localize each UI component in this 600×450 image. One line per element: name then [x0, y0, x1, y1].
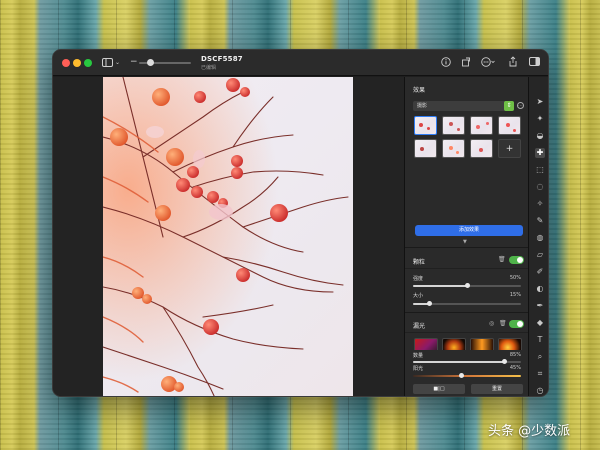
- history-icon[interactable]: ◷: [535, 386, 545, 396]
- light-leak-amount-fill: [413, 361, 505, 363]
- info-icon[interactable]: [441, 57, 451, 70]
- inspector-panel: 效果 摄影 ⇕ ⋯ + 添加效果 ▼ 颗粒 🗑 强度 50% 大小 15% 漏光…: [404, 77, 529, 396]
- lasso-icon[interactable]: ◌: [535, 182, 545, 192]
- watermark: 头条 @少数派: [488, 424, 571, 439]
- effect-thumb-1[interactable]: [414, 116, 437, 135]
- bucket-icon[interactable]: ◍: [535, 233, 545, 243]
- document-title: DSCF5587: [201, 55, 243, 63]
- ellipsis-icon[interactable]: [481, 57, 495, 70]
- zoom-slider-knob[interactable]: [147, 59, 154, 66]
- close-button[interactable]: [62, 59, 70, 67]
- effects-tool-icon[interactable]: ✚: [535, 148, 545, 158]
- sidebar-icon[interactable]: [102, 58, 113, 70]
- add-preset-button[interactable]: +: [498, 139, 521, 158]
- divider: [405, 332, 529, 333]
- titlebar: ⌄ − DSCF5587 已编辑: [53, 50, 548, 76]
- trash-icon[interactable]: 🗑: [498, 256, 506, 264]
- preset-dropdown-label: 摄影: [417, 103, 428, 109]
- effect-thumb-2[interactable]: [442, 116, 465, 135]
- light-leak-amount-knob[interactable]: [502, 359, 508, 364]
- pen-icon[interactable]: ✒: [535, 301, 545, 311]
- pencil-icon[interactable]: ✐: [535, 267, 545, 277]
- repair-icon[interactable]: ◒: [535, 131, 545, 141]
- light-leak-amount-label: 数量: [413, 353, 424, 359]
- grain-intensity-value: 50%: [509, 275, 521, 281]
- effect-thumb-6[interactable]: [442, 139, 465, 158]
- light-leak-toggle[interactable]: [509, 320, 524, 328]
- grain-toggle[interactable]: [509, 256, 524, 264]
- grain-intensity-fill: [413, 285, 467, 287]
- light-leak-sunlight-track[interactable]: [413, 375, 521, 377]
- effects-title: 效果: [413, 87, 426, 94]
- reset-button[interactable]: 重置: [471, 384, 523, 394]
- rotate-icon[interactable]: [461, 57, 471, 70]
- crop-icon[interactable]: ⌗: [535, 369, 545, 379]
- photo-canvas[interactable]: [103, 77, 353, 396]
- grain-intensity-label: 强度: [413, 276, 424, 282]
- effect-thumb-3[interactable]: [470, 116, 493, 135]
- share-icon[interactable]: [508, 56, 518, 70]
- light-leak-sunlight-value: 45%: [509, 365, 521, 371]
- text-icon[interactable]: T: [535, 335, 545, 345]
- add-effect-button[interactable]: 添加效果: [415, 225, 523, 236]
- updown-chevron-icon: ⇕: [504, 101, 514, 111]
- effect-thumb-5[interactable]: [414, 139, 437, 158]
- canvas-area: [53, 77, 404, 396]
- selection-rect-icon[interactable]: ⬚: [535, 165, 545, 175]
- grain-intensity-knob[interactable]: [464, 283, 470, 288]
- document-subtitle: 已编辑: [201, 65, 217, 71]
- divider: [405, 268, 529, 269]
- divider: [405, 312, 529, 313]
- compare-button[interactable]: ■|□: [413, 384, 465, 394]
- effect-thumb-4[interactable]: [498, 116, 521, 135]
- options-icon[interactable]: ◎: [489, 320, 494, 328]
- effect-thumb-7[interactable]: [470, 139, 493, 158]
- more-options-icon[interactable]: ⋯: [517, 102, 524, 109]
- grain-size-label: 大小: [413, 293, 424, 299]
- divider: [405, 247, 529, 248]
- inspector-lower-area: 数量 85% 阳光 45% ■|□ 重置: [404, 350, 528, 396]
- brush-icon[interactable]: ✎: [535, 216, 545, 226]
- preset-dropdown[interactable]: 摄影 ⇕: [413, 101, 514, 111]
- panel-icon[interactable]: [529, 57, 540, 69]
- magic-wand-icon[interactable]: ✧: [535, 199, 545, 209]
- chevron-down-icon[interactable]: ⌄: [115, 58, 120, 68]
- grain-size-knob[interactable]: [426, 301, 432, 306]
- grain-title: 颗粒: [413, 259, 426, 266]
- minimize-button[interactable]: [73, 59, 81, 67]
- persimmon-branches-image: [103, 77, 353, 396]
- light-leak-sunlight-knob[interactable]: [459, 373, 465, 378]
- light-leak-amount-value: 85%: [509, 352, 521, 358]
- arrow-pointer-icon[interactable]: ➤: [535, 97, 545, 107]
- gradient-icon[interactable]: ◐: [535, 284, 545, 294]
- eraser-icon[interactable]: ▱: [535, 250, 545, 260]
- app-window: ⌄ − DSCF5587 已编辑 效果 摄影 ⇕ ⋯ + 添加效果 ▼ 颗粒 🗑…: [52, 49, 549, 397]
- tool-strip: ➤ ✦ ◒ ✚ ⬚ ◌ ✧ ✎ ◍ ▱ ✐ ◐ ✒ ◆ T ⌕ ⌗ ◷: [528, 77, 548, 396]
- shapes-icon[interactable]: ◆: [535, 318, 545, 328]
- zoom-button[interactable]: [84, 59, 92, 67]
- grain-size-value: 15%: [509, 292, 521, 298]
- retouch-icon[interactable]: ✦: [535, 114, 545, 124]
- collapse-icon[interactable]: ▼: [463, 239, 467, 245]
- trash-icon[interactable]: 🗑: [499, 320, 507, 328]
- zoom-icon[interactable]: ⌕: [535, 352, 545, 362]
- light-leak-sunlight-label: 阳光: [413, 366, 424, 372]
- zoom-out-icon[interactable]: −: [130, 57, 138, 67]
- light-leak-title: 漏光: [413, 323, 426, 330]
